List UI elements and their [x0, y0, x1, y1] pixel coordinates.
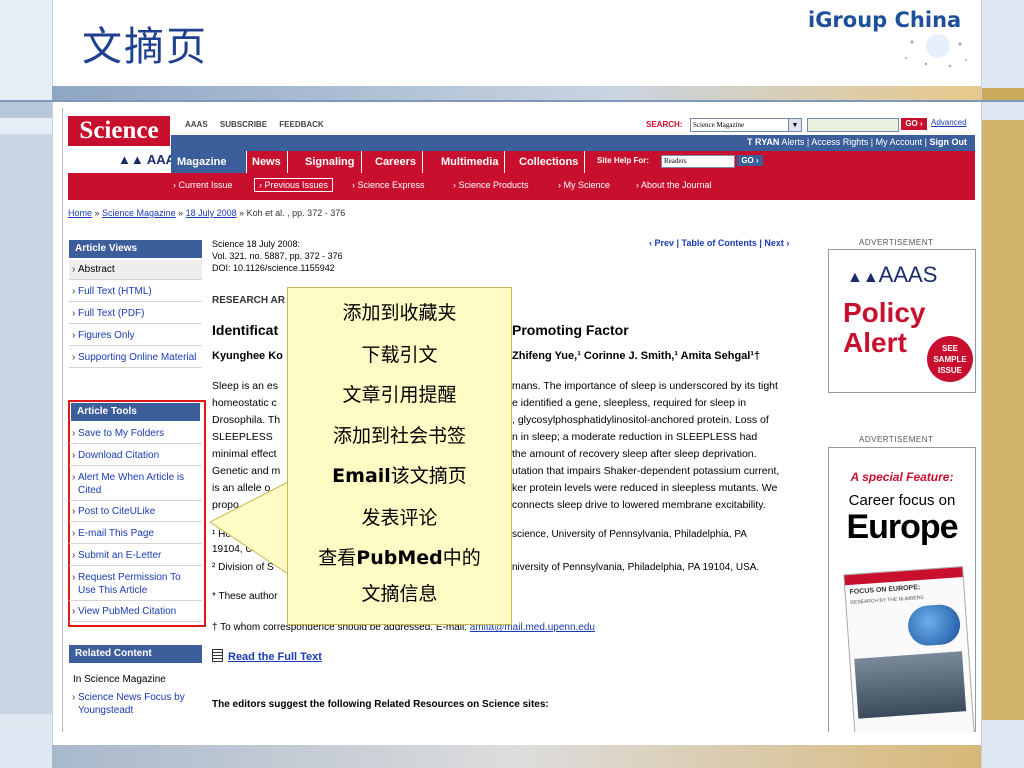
search-scope-select[interactable]: Science Magazine ▼	[690, 118, 802, 132]
citation-block: Science 18 July 2008: Vol. 321. no. 5887…	[212, 239, 343, 273]
site-help-label: Site Help For:	[597, 156, 650, 165]
view-supporting-material[interactable]: Supporting Online Material	[69, 348, 202, 368]
sparkle-icon	[905, 34, 967, 68]
article-pager[interactable]: ‹ Prev | Table of Contents | Next ›	[649, 238, 789, 248]
callout-pointer	[210, 481, 290, 575]
article-tools-header: Article Tools	[71, 403, 200, 421]
authors-right: Zhifeng Yue,¹ Corinne J. Smith,¹ Amita S…	[512, 350, 761, 362]
article-title-left: Identificat	[212, 322, 279, 338]
subnav-science-products[interactable]: › Science Products	[453, 180, 529, 190]
top-links: AAAS SUBSCRIBE FEEDBACK	[185, 120, 334, 129]
ad1-org: ▲▲AAAS	[847, 262, 938, 287]
callout-view-pubmed: 查看PubMed中的	[318, 547, 481, 569]
user-name: T RYAN	[747, 137, 780, 147]
view-full-text-html[interactable]: Full Text (HTML)	[69, 282, 202, 302]
subnav-about-journal[interactable]: › About the Journal	[636, 180, 712, 190]
breadcrumb-current: » Koh et al. , pp. 372 - 376	[236, 208, 346, 218]
nav-multimedia[interactable]: Multimedia	[435, 151, 506, 173]
site-help-select[interactable]: Readers	[661, 155, 735, 168]
affiliation-1-right: science, University of Pennsylvania, Phi…	[512, 529, 747, 540]
sign-out-link[interactable]: Sign Out	[930, 137, 968, 147]
main-nav: Magazine News Signaling Careers Multimed…	[171, 151, 975, 173]
footnote-equal: * These author	[212, 591, 278, 602]
ad1-headline: Policy Alert	[843, 297, 926, 358]
nav-news[interactable]: News	[246, 151, 288, 173]
related-in-label: In Science Magazine	[73, 674, 166, 685]
ad1-badge[interactable]: SEE SAMPLE ISSUE	[927, 336, 973, 382]
science-webpage-screenshot: Science ▲▲ AAAS AAAS SUBSCRIBE FEEDBACK …	[62, 108, 977, 732]
advanced-search-link[interactable]: Advanced	[931, 118, 967, 127]
slide-left-strip	[0, 0, 53, 768]
callout-download-citation: 下载引文	[361, 344, 438, 366]
tool-request-permission[interactable]: Request Permission To Use This Article	[69, 568, 202, 601]
slide-title: 文摘页	[82, 24, 208, 70]
aaas-mark-icon: ▲▲	[847, 269, 879, 286]
chevron-down-icon: ▼	[788, 119, 801, 131]
affiliation-2-right: niversity of Pennsylvania, Philadelphia,…	[512, 562, 760, 573]
tool-submit-eletter[interactable]: Submit an E-Letter	[69, 546, 202, 566]
breadcrumb: Home » Science Magazine » 18 July 2008 »…	[68, 208, 346, 218]
read-full-text[interactable]: Read the Full Text	[212, 649, 322, 663]
breadcrumb-magazine[interactable]: Science Magazine	[102, 208, 176, 218]
search-go-button[interactable]: GO ›	[901, 118, 927, 130]
top-link-feedback[interactable]: FEEDBACK	[279, 120, 323, 129]
subnav-my-science[interactable]: › My Science	[558, 180, 610, 190]
nav-careers[interactable]: Careers	[369, 151, 423, 173]
tool-post-citeulike[interactable]: Post to CiteULike	[69, 502, 202, 522]
site-help-go-button[interactable]: GO ›	[737, 155, 763, 166]
search-input[interactable]	[807, 118, 899, 132]
subnav-previous-issues[interactable]: › Previous Issues	[254, 178, 334, 192]
science-logo[interactable]: Science	[68, 116, 170, 146]
nav-magazine[interactable]: Magazine	[171, 151, 247, 173]
tool-view-pubmed[interactable]: View PubMed Citation	[69, 602, 202, 622]
nav-collections[interactable]: Collections	[513, 151, 586, 173]
editors-suggest: The editors suggest the following Relate…	[212, 699, 549, 710]
ad2-magazine-image: FOCUS ON EUROPE: RESEARCH BY THE NUMBERS	[843, 566, 975, 732]
slide-right-strip	[981, 0, 1024, 768]
document-icon	[212, 649, 223, 662]
callout-social-bookmark: 添加到社会书签	[332, 425, 466, 447]
related-content-header: Related Content	[69, 645, 202, 663]
callout-email-abstract: Email该文摘页	[332, 465, 467, 487]
callout-citation-alert: 文章引用提醒	[342, 384, 457, 406]
tool-email-page[interactable]: E-mail This Page	[69, 524, 202, 544]
user-bar: T RYAN Alerts | Access Rights | My Accou…	[171, 135, 975, 151]
breadcrumb-home[interactable]: Home	[68, 208, 92, 218]
tool-save-to-folders[interactable]: Save to My Folders	[69, 424, 202, 444]
slide-bottom-band	[52, 745, 981, 768]
article-section: RESEARCH AR	[212, 295, 285, 306]
user-links[interactable]: Alerts | Access Rights | My Account |	[781, 137, 927, 147]
subnav-science-express[interactable]: › Science Express	[352, 180, 425, 190]
nav-signaling[interactable]: Signaling	[299, 151, 362, 173]
callout-box: 添加到收藏夹 下载引文 文章引用提醒 添加到社会书签 Email该文摘页 发表评…	[287, 287, 512, 625]
view-full-text-pdf[interactable]: Full Text (PDF)	[69, 304, 202, 324]
slide-header-band	[52, 86, 981, 100]
tool-citation-alert[interactable]: Alert Me When Article is Cited	[69, 468, 202, 501]
callout-abstract-info: 文摘信息	[361, 583, 438, 605]
callout-add-favorites: 添加到收藏夹	[342, 302, 457, 324]
brand-logo: iGroup China	[808, 8, 962, 32]
policy-alert-ad[interactable]: ▲▲AAAS Policy Alert SEE SAMPLE ISSUE	[828, 249, 976, 393]
breadcrumb-issue[interactable]: 18 July 2008	[186, 208, 237, 218]
related-item[interactable]: Science News Focus by Youngsteadt	[69, 688, 202, 720]
view-figures-only[interactable]: Figures Only	[69, 326, 202, 346]
aaas-mark-icon: ▲▲	[118, 152, 144, 167]
top-link-subscribe[interactable]: SUBSCRIBE	[220, 120, 267, 129]
slide-divider	[0, 100, 1024, 102]
authors-left: Kyunghee Ko	[212, 350, 283, 362]
ad-label-1: ADVERTISEMENT	[859, 238, 934, 247]
top-link-aaas[interactable]: AAAS	[185, 120, 208, 129]
sub-nav: › Current Issue › Previous Issues › Scie…	[68, 173, 975, 200]
callout-comment: 发表评论	[361, 507, 438, 529]
tool-download-citation[interactable]: Download Citation	[69, 446, 202, 466]
europe-careers-ad[interactable]: A special Feature: Career focus on Europ…	[828, 447, 976, 732]
search-label: SEARCH:	[646, 120, 683, 129]
article-title-right: Promoting Factor	[512, 322, 629, 338]
subnav-current-issue[interactable]: › Current Issue	[173, 180, 233, 190]
ad-label-2: ADVERTISEMENT	[859, 435, 934, 444]
article-views-header: Article Views	[69, 240, 202, 258]
view-abstract[interactable]: Abstract	[69, 260, 202, 280]
